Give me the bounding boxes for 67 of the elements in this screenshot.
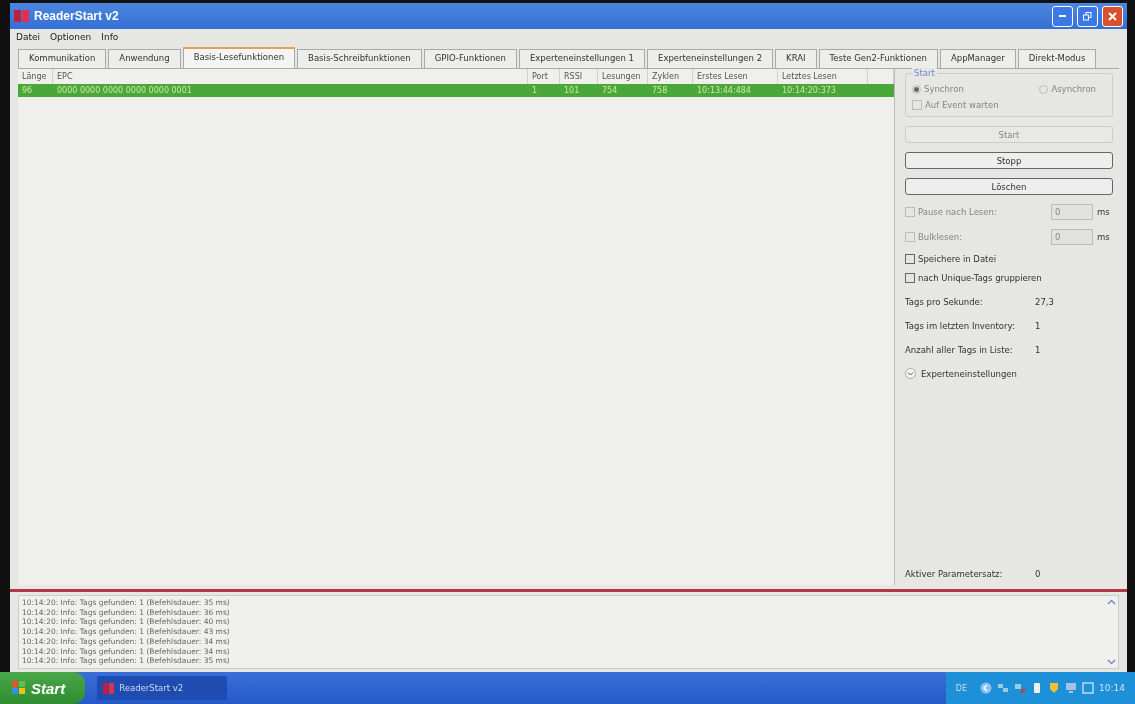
tab[interactable]: Experteneinstellungen 1 — [518, 49, 645, 68]
radio-label: Synchron — [924, 84, 964, 94]
checkbox-label: Auf Event warten — [925, 100, 999, 110]
scroll-up-icon — [1106, 599, 1116, 605]
menu-item[interactable]: Optionen — [50, 32, 92, 42]
app-logo-icon — [103, 682, 116, 694]
table-cell-text: 10:14:20:373 — [781, 85, 837, 97]
group-title: Start — [912, 68, 937, 78]
windows-logo-icon — [12, 681, 26, 695]
table-cell-text: 758 — [651, 85, 669, 97]
stat-value: 1 — [1035, 321, 1042, 331]
checkbox[interactable] — [905, 254, 915, 264]
tab[interactable]: Basis-Lesefunktionen — [182, 47, 296, 68]
stat-label: Anzahl aller Tags in Liste: — [905, 345, 1014, 355]
checkbox-label: Speichere in Datei — [918, 254, 997, 264]
tab[interactable]: GPIO-Funktionen — [423, 49, 517, 68]
table-cell-text: 10:13:44:484 — [696, 85, 752, 97]
table-cell-text: 754 — [601, 85, 619, 97]
tab[interactable]: Anwendung — [108, 49, 181, 68]
tab[interactable]: KRAI — [775, 49, 817, 68]
stat-value: 27,3 — [1035, 297, 1055, 307]
tab[interactable]: Kommunikation — [18, 49, 107, 68]
radio-label: Asynchron — [1051, 84, 1096, 94]
network-error-icon[interactable] — [1014, 682, 1027, 694]
shield-icon[interactable] — [1048, 682, 1061, 694]
monitor-icon[interactable] — [1065, 682, 1078, 694]
network-icon[interactable] — [997, 682, 1010, 694]
stat-label: Tags im letzten Inventory: — [905, 321, 1016, 331]
stat-value: 1 — [1035, 345, 1042, 355]
close-button[interactable] — [1102, 5, 1123, 27]
chevron-left-icon[interactable] — [980, 682, 993, 694]
window-title: ReaderStart v2 — [34, 9, 120, 23]
close-icon — [1108, 11, 1117, 21]
app-logo-icon — [14, 9, 30, 23]
maximize-button[interactable] — [1077, 5, 1098, 27]
table-cell-text: 0000 0000 0000 0000 0000 0001 — [56, 85, 193, 97]
tab[interactable]: Teste Gen2-Funktionen — [818, 49, 938, 68]
table-cell-text: 96 — [21, 85, 34, 97]
stat-label: Aktiver Parametersatz: — [905, 569, 1004, 579]
action-button[interactable]: Löschen — [905, 178, 1113, 195]
tab[interactable]: Experteneinstellungen 2 — [647, 49, 774, 68]
minimize-icon — [1059, 15, 1066, 17]
checkbox-label: Pause nach Lesen: — [918, 207, 997, 217]
unit-label: ms — [1096, 232, 1111, 242]
taskbar-item[interactable]: ReaderStart v2 — [97, 676, 228, 700]
menu-item[interactable]: Datei — [16, 32, 40, 42]
checkbox-label: nach Unique-Tags gruppieren — [918, 273, 1042, 283]
tab[interactable]: AppManager — [939, 49, 1016, 68]
stat-value: 0 — [1035, 569, 1042, 579]
window-icon[interactable] — [1082, 682, 1095, 694]
tab[interactable]: Direkt-Modus — [1017, 49, 1097, 68]
expander-label[interactable]: Experteneinstellungen — [921, 368, 1017, 379]
scroll-down-icon — [1106, 659, 1116, 665]
start-button[interactable]: Start — [0, 672, 86, 704]
tab[interactable]: Basis-Schreibfunktionen — [297, 49, 422, 68]
table-cell-text: 101 — [563, 85, 581, 97]
table-cell-text: 1 — [531, 85, 539, 97]
checkbox-label: Bulklesen: — [918, 232, 962, 242]
menu-item[interactable]: Info — [101, 32, 119, 42]
checkbox[interactable] — [905, 273, 915, 283]
minimize-button[interactable] — [1052, 5, 1073, 27]
clock: 10:14 — [1099, 683, 1125, 693]
action-button[interactable]: Stopp — [905, 152, 1113, 169]
restore-icon — [1083, 11, 1092, 21]
stat-label: Tags pro Sekunde: — [905, 297, 984, 307]
chevron-icon[interactable] — [905, 368, 916, 379]
unit-label: ms — [1096, 207, 1111, 217]
